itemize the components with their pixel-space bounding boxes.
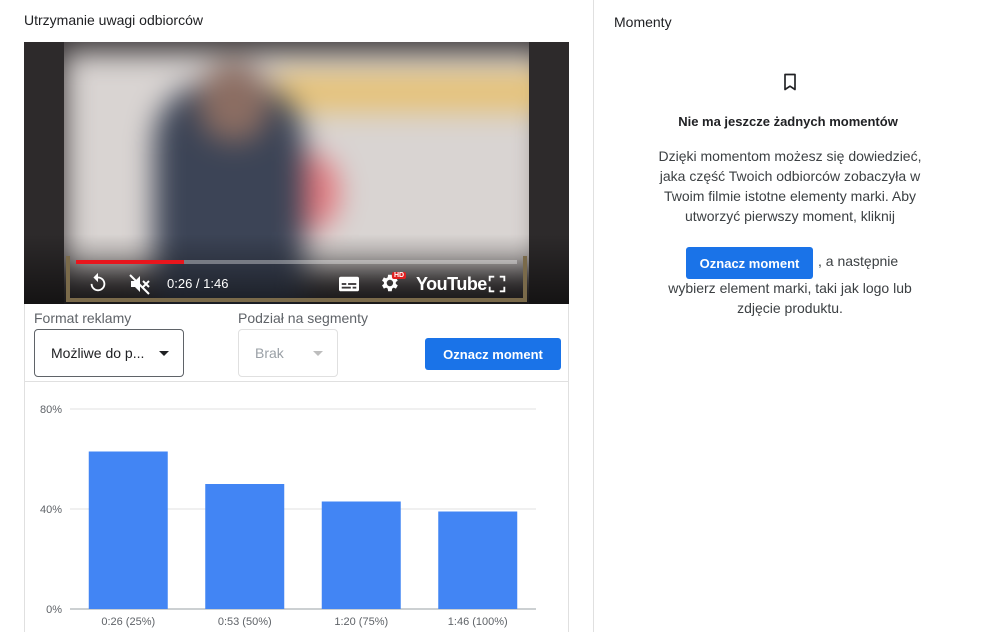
format-label: Format reklamy [34,310,132,326]
panel-divider [593,0,594,632]
chevron-down-icon [313,351,323,356]
chevron-down-icon [159,351,169,356]
video-player[interactable]: 0:26 / 1:46 HD YouTube [24,42,569,304]
video-time: 0:26 / 1:46 [167,276,229,291]
page: Utrzymanie uwagi odbiorców 0:26 / 1:46 H… [0,0,983,632]
fullscreen-icon[interactable] [486,273,508,295]
chart-bar[interactable] [438,511,518,610]
format-select[interactable]: Możliwe do p... [34,329,184,377]
retention-title: Utrzymanie uwagi odbiorców [24,12,203,28]
retention-chart-svg: 0% 40% 80% 0:26 (25%) 0:53 (50%) 1:20 (75%) 1:… [40,404,536,628]
replay-icon[interactable] [87,272,109,294]
mute-icon[interactable] [128,272,152,296]
retention-chart: 0% 40% 80% 0:26 (25%) 0:53 (50%) 1:20 (75%) 1:… [24,382,569,632]
subtitles-icon[interactable] [338,274,360,294]
segment-select[interactable]: Brak [238,329,338,377]
chart-bar[interactable] [88,451,168,610]
chart-controls: Format reklamy Możliwe do p... Podział n… [24,304,569,382]
moments-empty-title: Nie ma jeszcze żadnych momentów [678,114,898,129]
moments-empty-text: Dzięki momentom możesz się dowiedzieć, j… [658,148,922,224]
x-tick-label: 0:26 (25%) [101,616,155,628]
segment-label: Podział na segmenty [238,310,368,326]
x-tick-label: 1:20 (75%) [334,616,388,628]
moments-text-continuation: , a następnie [818,253,899,269]
y-tick-label: 40% [40,504,62,516]
video-progress-fill [76,260,185,264]
segment-select-value: Brak [255,345,284,361]
bookmark-icon [780,72,800,97]
hd-badge: HD [392,272,407,279]
chart-bar[interactable] [205,484,285,609]
y-tick-label: 0% [46,604,62,616]
moments-empty-text-end: wybierz element marki, taki jak logo lub… [668,280,912,316]
y-tick-label: 80% [40,404,62,416]
moments-title: Momenty [614,14,672,30]
youtube-logo[interactable]: YouTube [416,274,487,295]
x-tick-label: 1:46 (100%) [448,616,508,628]
mark-moment-button[interactable]: Oznacz moment [425,338,561,370]
x-tick-label: 0:53 (50%) [218,616,272,628]
inline-mark-moment-button[interactable]: Oznacz moment [686,247,813,279]
chart-bar[interactable] [321,501,401,610]
format-select-value: Możliwe do p... [51,345,145,361]
video-progress-bar[interactable] [76,260,517,264]
